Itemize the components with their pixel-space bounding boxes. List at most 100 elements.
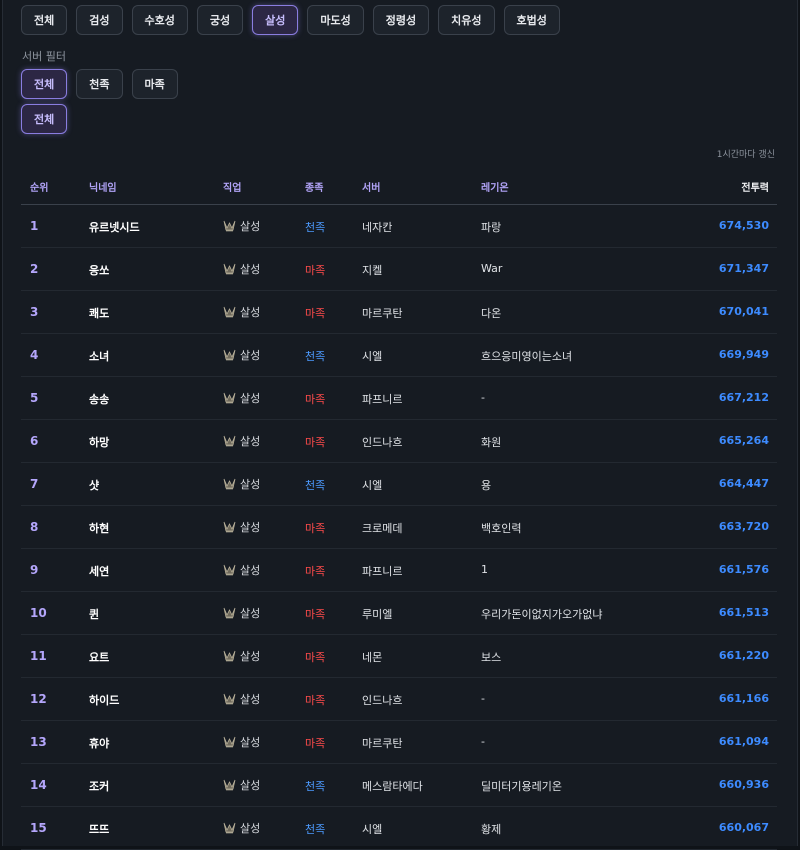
nickname-cell[interactable]: 쾌도 — [89, 305, 109, 321]
class-filter-tabs: 전체 검성 수호성 궁성 살성 마도성 정령성 치유성 호법성 — [21, 5, 560, 35]
nickname-cell[interactable]: 요트 — [89, 649, 109, 665]
assassin-class-icon — [223, 736, 236, 748]
table-row[interactable]: 14 조커 살성 천족 메스람타에다 딜미터기용레기온 660,936 — [21, 764, 777, 807]
assassin-class-icon — [223, 349, 236, 361]
race-cell: 마족 — [305, 651, 326, 664]
rank-cell: 9 — [30, 563, 39, 577]
job-cell: 살성 — [223, 390, 260, 406]
class-tab-2[interactable]: 수호성 — [131, 5, 188, 35]
server-cell: 시엘 — [362, 350, 383, 363]
table-row[interactable]: 13 휴야 살성 마족 마르쿠탄 - 661,094 — [21, 721, 777, 764]
rank-cell: 13 — [30, 735, 47, 749]
job-cell: 살성 — [223, 476, 260, 492]
header-power[interactable]: 전투력 — [741, 179, 769, 194]
combat-power-cell: 664,447 — [718, 477, 769, 490]
assassin-class-icon — [223, 478, 236, 490]
job-label: 살성 — [240, 263, 261, 276]
nickname-cell[interactable]: 휴야 — [89, 735, 109, 751]
nickname-cell[interactable]: 조커 — [89, 778, 109, 794]
table-row[interactable]: 10 퀸 살성 마족 루미엘 우리가돈이없지가오가없냐 661,513 — [21, 592, 777, 635]
combat-power-cell: 671,347 — [718, 262, 769, 275]
server-filter-buttons: 전체 — [21, 104, 68, 134]
table-row[interactable]: 15 뜨뜨 살성 천족 시엘 황제 660,067 — [21, 807, 777, 850]
race-filter-button-1[interactable]: 천족 — [76, 69, 123, 99]
ranking-table-body: 1 유르넷시드 살성 천족 네자칸 파랑 674,530 2 응쏘 살성 마족 지켈 War 671,34… — [21, 205, 777, 850]
class-tab-8[interactable]: 호법성 — [503, 5, 560, 35]
race-filter-buttons: 전체 천족 마족 — [21, 69, 178, 99]
class-tab-3[interactable]: 궁성 — [196, 5, 244, 35]
class-tab-1[interactable]: 검성 — [76, 5, 123, 35]
legion-cell: 파랑 — [481, 221, 502, 234]
job-cell: 살성 — [223, 691, 260, 707]
job-cell: 살성 — [223, 562, 260, 578]
class-tab-0[interactable]: 전체 — [21, 5, 68, 35]
job-cell: 살성 — [223, 519, 260, 535]
header-job[interactable]: 직업 — [223, 179, 241, 194]
server-cell: 루미엘 — [362, 608, 393, 621]
legion-cell: - — [481, 692, 485, 705]
nickname-cell[interactable]: 뜨뜨 — [89, 821, 109, 837]
assassin-class-icon — [223, 650, 236, 662]
header-rank[interactable]: 순위 — [30, 179, 48, 194]
table-row[interactable]: 4 소녀 살성 천족 시엘 흐으응미영이는소녀 669,949 — [21, 334, 777, 377]
nickname-cell[interactable]: 샷 — [89, 477, 99, 493]
update-note: 1시간마다 갱신 — [716, 150, 775, 160]
legion-cell: 다온 — [481, 307, 502, 320]
nickname-cell[interactable]: 퀸 — [89, 606, 99, 622]
job-label: 살성 — [240, 693, 261, 706]
legion-cell: 보스 — [481, 651, 502, 664]
table-row[interactable]: 7 샷 살성 천족 시엘 용 664,447 — [21, 463, 777, 506]
rank-cell: 4 — [30, 348, 39, 362]
job-cell: 살성 — [223, 777, 260, 793]
legion-cell: 화원 — [481, 436, 502, 449]
legion-cell: 우리가돈이없지가오가없냐 — [481, 608, 603, 621]
header-legion[interactable]: 레기온 — [481, 179, 509, 194]
combat-power-cell: 661,576 — [718, 563, 769, 576]
assassin-class-icon — [223, 521, 236, 533]
rank-cell: 10 — [30, 606, 47, 620]
nickname-cell[interactable]: 하망 — [89, 434, 109, 450]
table-header: 순위 닉네임 직업 종족 서버 레기온 전투력 — [21, 168, 777, 205]
table-row[interactable]: 1 유르넷시드 살성 천족 네자칸 파랑 674,530 — [21, 205, 777, 248]
job-cell: 살성 — [223, 648, 260, 664]
rank-cell: 15 — [30, 821, 47, 835]
race-filter-button-0[interactable]: 전체 — [21, 69, 68, 99]
table-row[interactable]: 8 하현 살성 마족 크로메데 백호인력 663,720 — [21, 506, 777, 549]
header-server[interactable]: 서버 — [362, 179, 380, 194]
class-tab-5[interactable]: 마도성 — [307, 5, 364, 35]
class-tab-7[interactable]: 치유성 — [438, 5, 495, 35]
combat-power-cell: 660,936 — [718, 778, 769, 791]
table-row[interactable]: 12 하이드 살성 마족 인드나흐 - 661,166 — [21, 678, 777, 721]
nickname-cell[interactable]: 하이드 — [89, 692, 119, 708]
table-row[interactable]: 2 응쏘 살성 마족 지켈 War 671,347 — [21, 248, 777, 291]
rank-cell: 1 — [30, 219, 39, 233]
header-race[interactable]: 종족 — [305, 179, 323, 194]
server-filter-button-0[interactable]: 전체 — [21, 104, 68, 134]
race-cell: 마족 — [305, 522, 326, 535]
nickname-cell[interactable]: 세연 — [89, 563, 109, 579]
nickname-cell[interactable]: 응쏘 — [89, 262, 109, 278]
combat-power-cell: 669,949 — [718, 348, 769, 361]
nickname-cell[interactable]: 하현 — [89, 520, 109, 536]
nickname-cell[interactable]: 송송 — [89, 391, 109, 407]
class-tab-6[interactable]: 정령성 — [372, 5, 430, 35]
nickname-cell[interactable]: 유르넷시드 — [89, 219, 140, 235]
class-tab-4[interactable]: 살성 — [252, 5, 299, 35]
combat-power-cell: 663,720 — [718, 520, 769, 533]
table-row[interactable]: 5 송송 살성 마족 파프니르 - 667,212 — [21, 377, 777, 420]
race-cell: 천족 — [305, 350, 326, 363]
race-filter-button-2[interactable]: 마족 — [131, 69, 178, 99]
server-cell: 인드나흐 — [362, 436, 403, 449]
ranking-panel: 전체 검성 수호성 궁성 살성 마도성 정령성 치유성 호법성 서버 필터 전체 천족 마족 전체 … — [2, 0, 798, 850]
rank-cell: 12 — [30, 692, 47, 706]
nickname-cell[interactable]: 소녀 — [89, 348, 109, 364]
table-row[interactable]: 6 하망 살성 마족 인드나흐 화원 665,264 — [21, 420, 777, 463]
combat-power-cell: 665,264 — [718, 434, 769, 447]
combat-power-cell: 661,094 — [718, 735, 769, 748]
assassin-class-icon — [223, 779, 236, 791]
job-label: 살성 — [240, 392, 261, 405]
table-row[interactable]: 11 요트 살성 마족 네몬 보스 661,220 — [21, 635, 777, 678]
header-name[interactable]: 닉네임 — [89, 179, 117, 194]
table-row[interactable]: 3 쾌도 살성 마족 마르쿠탄 다온 670,041 — [21, 291, 777, 334]
table-row[interactable]: 9 세연 살성 마족 파프니르 1 661,576 — [21, 549, 777, 592]
